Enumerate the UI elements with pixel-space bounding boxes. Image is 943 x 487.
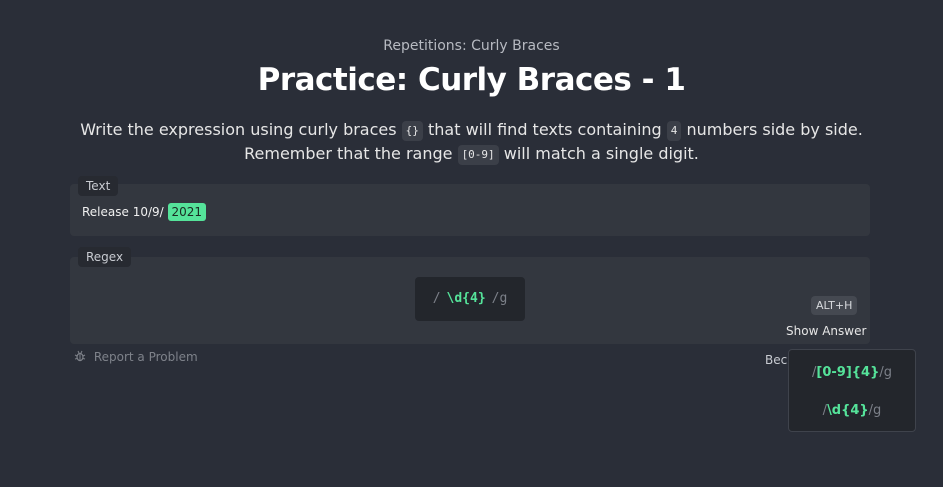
answer-flags: /g [879,365,892,380]
text-panel: Text Release 10/9/ 2021 [70,176,870,236]
answer-option-1: /[0-9]{4}/g [789,365,915,380]
answer-value: [0-9]{4} [816,365,880,380]
report-problem-label: Report a Problem [93,350,198,364]
test-string: Release 10/9/ 2021 [82,203,207,221]
show-answer-button[interactable]: Show Answer [786,324,866,338]
instructions-text: that will find texts containing [422,120,667,139]
answer-popover: /[0-9]{4}/g /\d{4}/g [788,349,916,432]
test-string-prefix: Release 10/9/ [82,205,168,219]
answer-value: \d{4} [827,403,869,418]
instructions-text: Remember that the range [244,144,458,163]
text-panel-label: Text [78,176,119,196]
regex-flags: /g [491,291,508,306]
page-title: Practice: Curly Braces - 1 [257,62,686,98]
shortcut-badge: ALT+H [811,296,858,315]
instructions: Write the expression using curly braces … [0,118,943,166]
answer-flags: /g [868,403,882,418]
partial-text: Bec [765,353,788,367]
regex-panel: Regex / \d{4} /g ALT+H Show Answer [70,247,870,344]
breadcrumb: Repetitions: Curly Braces [383,38,560,54]
match-highlight: 2021 [167,203,207,221]
instructions-text: Write the expression using curly braces [80,120,402,139]
code-snippet-braces: {} [401,120,423,141]
bug-icon [74,350,90,364]
regex-input[interactable]: / \d{4} /g [415,277,525,321]
regex-value[interactable]: \d{4} [447,291,486,306]
regex-panel-label: Regex [78,247,132,267]
regex-open-slash: / [432,291,441,306]
answer-option-2: /\d{4}/g [789,403,915,418]
code-snippet-range: [0-9] [457,144,499,165]
instructions-text: numbers side by side. [681,120,863,139]
instructions-text: will match a single digit. [498,144,699,163]
report-problem-link[interactable]: Report a Problem [74,350,198,364]
code-snippet-count: 4 [666,120,682,141]
